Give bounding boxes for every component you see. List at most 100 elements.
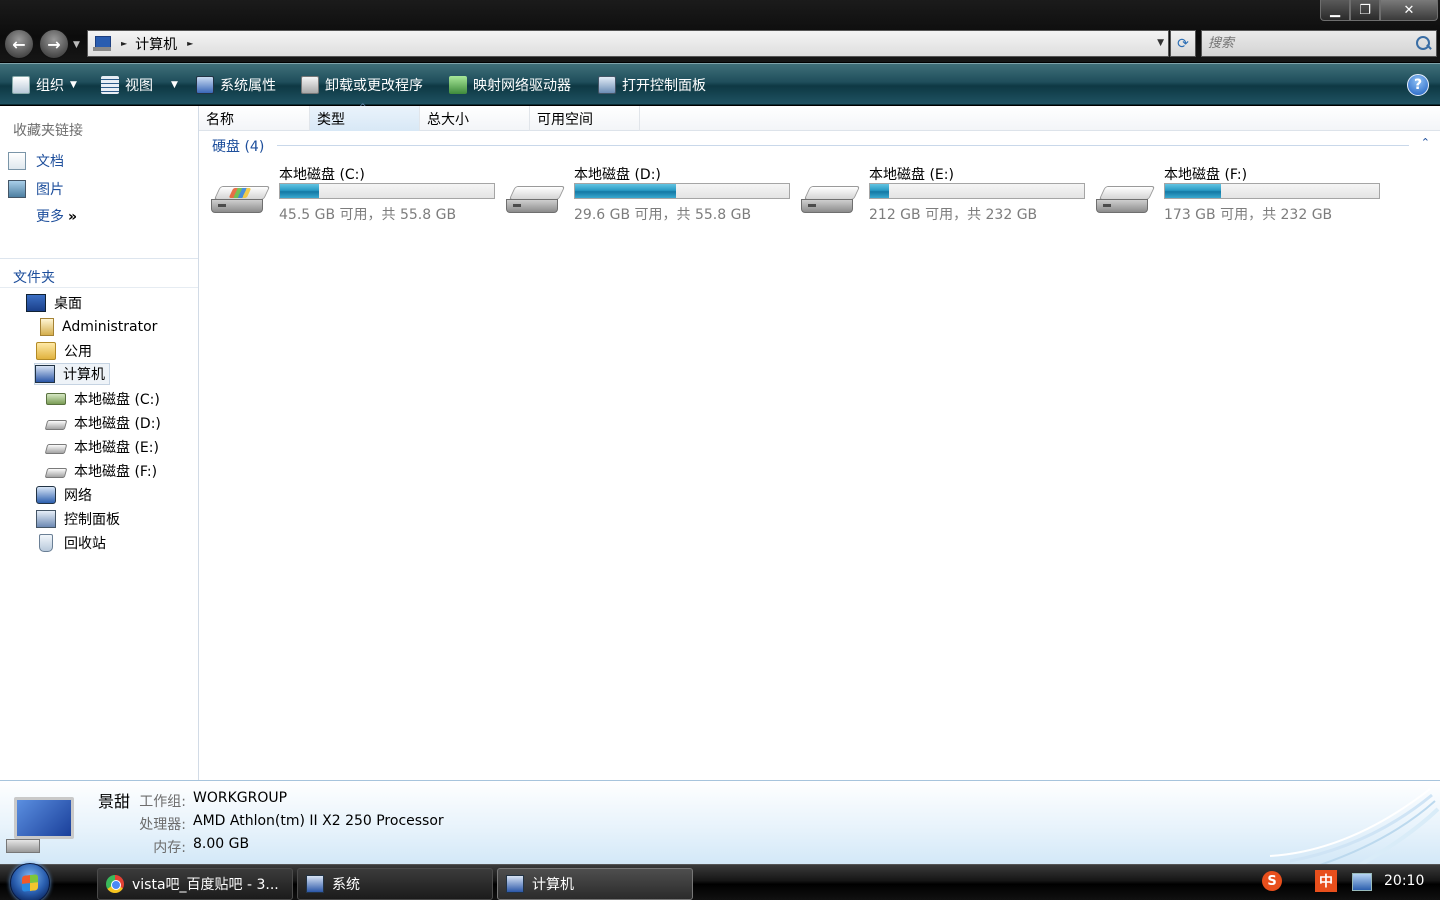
uninstall-program-button[interactable]: 卸载或更改程序: [301, 64, 423, 106]
taskbar-button-computer[interactable]: 计算机: [497, 868, 693, 900]
tree-item-label: 本地磁盘 (F:): [74, 464, 158, 480]
processor-value: AMD Athlon(tm) II X2 250 Processor: [193, 813, 444, 829]
collapse-group-icon[interactable]: ⌃: [1421, 136, 1430, 149]
tree-item-label: Administrator: [62, 319, 158, 335]
taskbar-button-system[interactable]: 系统: [297, 868, 493, 900]
system-drive-icon: [211, 186, 271, 216]
start-button[interactable]: [10, 863, 50, 900]
input-language-indicator[interactable]: 中: [1315, 870, 1337, 892]
column-header-total-size[interactable]: 总大小: [420, 106, 530, 131]
drive-tile-c[interactable]: 本地磁盘 (C:) 45.5 GB 可用，共 55.8 GB: [205, 164, 495, 224]
user-folder-icon: [40, 318, 54, 336]
drive-free-space: 173 GB 可用，共 232 GB: [1164, 207, 1333, 223]
views-label: 视图: [125, 78, 153, 94]
tree-item-drive-f[interactable]: 本地磁盘 (F:): [44, 460, 158, 482]
tree-item-public[interactable]: 公用: [36, 340, 92, 362]
search-icon[interactable]: [1414, 35, 1432, 53]
drive-usage-bar: [1164, 183, 1380, 199]
sogou-ime-icon[interactable]: S: [1262, 871, 1282, 891]
tree-item-drive-c[interactable]: 本地磁盘 (C:): [46, 388, 160, 410]
views-menu[interactable]: 视图 ▼: [101, 64, 178, 106]
refresh-button[interactable]: ⟳: [1170, 30, 1196, 57]
tree-item-label: 桌面: [54, 296, 82, 312]
tree-item-label: 网络: [64, 488, 92, 504]
clock[interactable]: 20:10: [1384, 873, 1424, 889]
folders-header[interactable]: 文件夹 ⌄: [0, 264, 198, 288]
views-icon: [101, 76, 119, 94]
forward-arrow-icon: →: [47, 34, 61, 54]
drive-tile-f[interactable]: 本地磁盘 (F:) 173 GB 可用，共 232 GB: [1090, 164, 1380, 224]
tree-item-computer[interactable]: 计算机: [34, 363, 110, 385]
forward-button[interactable]: →: [39, 29, 69, 59]
documents-icon: [8, 152, 26, 170]
favorite-links-header: 收藏夹链接: [13, 123, 83, 139]
address-history-dropdown[interactable]: ▼: [1157, 38, 1164, 48]
tree-item-control-panel[interactable]: 控制面板: [36, 508, 120, 530]
tree-item-drive-d[interactable]: 本地磁盘 (D:): [44, 412, 161, 434]
minimize-button[interactable]: ▁: [1320, 0, 1350, 21]
memory-value: 8.00 GB: [193, 836, 250, 852]
control-panel-icon: [598, 76, 616, 94]
tree-item-label: 本地磁盘 (E:): [74, 440, 159, 456]
network-icon: [36, 486, 56, 504]
network-tray-icon[interactable]: [1352, 873, 1372, 891]
drive-free-space: 212 GB 可用，共 232 GB: [869, 207, 1038, 223]
tree-item-administrator[interactable]: Administrator: [36, 316, 157, 338]
tree-item-drive-e[interactable]: 本地磁盘 (E:): [44, 436, 159, 458]
column-header-row: 名称 类型 总大小 可用空间 ^: [199, 103, 1440, 131]
favorite-link-label: 图片: [36, 182, 64, 198]
taskbar-button-label: 系统: [332, 877, 360, 893]
folder-icon: [36, 342, 56, 360]
drive-icon: [44, 468, 68, 478]
tree-item-desktop[interactable]: 桌面: [26, 292, 82, 314]
more-links-button[interactable]: 更多»: [36, 206, 77, 226]
system-properties-button[interactable]: 系统属性: [196, 64, 276, 106]
control-panel-icon: [36, 510, 56, 528]
tree-item-label: 控制面板: [64, 512, 120, 528]
tree-item-recycle-bin[interactable]: 回收站: [36, 532, 106, 554]
chevron-down-icon: ⌄: [13, 266, 24, 280]
favorite-link-pictures[interactable]: 图片: [8, 178, 64, 200]
breadcrumb-separator[interactable]: ►: [187, 39, 193, 48]
favorite-link-documents[interactable]: 文档: [8, 150, 64, 172]
recent-pages-dropdown[interactable]: ▼: [73, 40, 80, 50]
search-box[interactable]: [1201, 30, 1437, 57]
uninstall-icon: [301, 76, 319, 94]
organize-menu[interactable]: 组织 ▼: [12, 64, 77, 106]
address-bar[interactable]: ► 计算机 ► ▼: [87, 30, 1169, 57]
refresh-icon: ⟳: [1177, 35, 1189, 52]
breadcrumb-computer[interactable]: 计算机: [135, 34, 177, 54]
restore-button[interactable]: ❐: [1350, 0, 1380, 21]
open-control-panel-button[interactable]: 打开控制面板: [598, 64, 706, 106]
pane-divider[interactable]: [0, 258, 198, 259]
map-network-drive-button[interactable]: 映射网络驱动器: [449, 64, 571, 106]
drive-tile-d[interactable]: 本地磁盘 (D:) 29.6 GB 可用，共 55.8 GB: [500, 164, 790, 224]
command-bar: 组织 ▼ 视图 ▼ 系统属性 卸载或更改程序 映射网络驱动器 打开控制面板 ?: [0, 63, 1440, 105]
drive-tile-e[interactable]: 本地磁盘 (E:) 212 GB 可用，共 232 GB: [795, 164, 1085, 224]
pictures-icon: [8, 180, 26, 198]
chevron-down-icon: ▼: [70, 80, 77, 90]
taskbar-button-browser[interactable]: vista吧_百度贴吧 - 3...: [97, 868, 293, 900]
column-header-free-space[interactable]: 可用空间: [530, 106, 640, 131]
breadcrumb-separator[interactable]: ►: [121, 39, 127, 48]
tree-item-network[interactable]: 网络: [36, 484, 92, 506]
map-drive-label: 映射网络驱动器: [473, 78, 571, 94]
drive-usage-bar: [869, 183, 1085, 199]
back-button[interactable]: ←: [4, 29, 34, 59]
system-properties-icon: [196, 76, 214, 94]
computer-icon: [93, 36, 111, 51]
file-list-pane: 名称 类型 总大小 可用空间 ^ 硬盘 (4) ⌃ 本地磁盘 (C:) 45.5…: [199, 103, 1440, 780]
column-header-name[interactable]: 名称: [199, 106, 310, 131]
taskbar: vista吧_百度贴吧 - 3... 系统 计算机 S 中 20:10: [0, 863, 1440, 900]
chrome-icon: [106, 875, 124, 893]
tree-item-label: 公用: [64, 344, 92, 360]
close-button[interactable]: ✕: [1380, 0, 1438, 21]
drive-icon: [1096, 186, 1156, 216]
organize-label: 组织: [36, 78, 64, 94]
group-header-hard-disks[interactable]: 硬盘 (4): [212, 136, 264, 156]
help-icon[interactable]: ?: [1407, 74, 1429, 96]
organize-icon: [12, 76, 30, 94]
tree-item-label: 本地磁盘 (D:): [74, 416, 161, 432]
details-pane: 景甜 工作组: WORKGROUP 处理器: AMD Athlon(tm) II…: [0, 780, 1440, 864]
search-input[interactable]: [1202, 36, 1414, 51]
